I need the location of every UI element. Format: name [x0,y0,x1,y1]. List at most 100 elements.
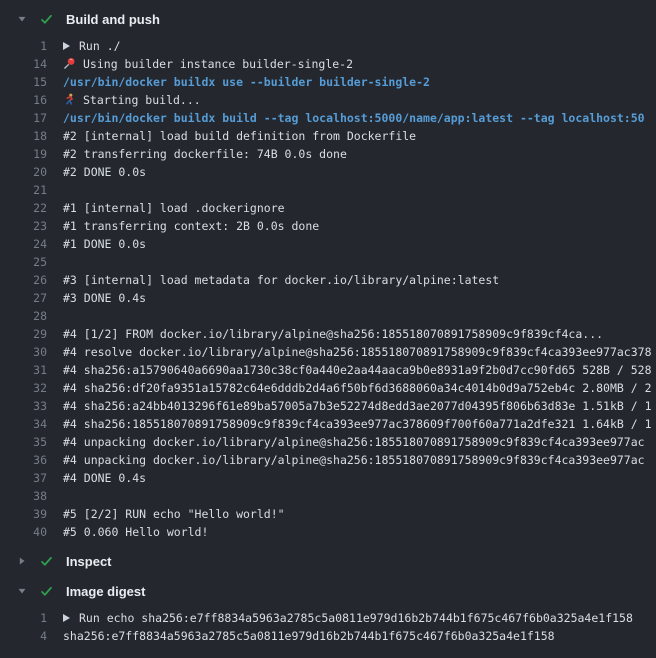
section-header[interactable]: Build and push [0,4,656,34]
line-number[interactable]: 15 [0,73,47,91]
line-text: #4 sha256:df20fa9351a15782c64e6dddb2d4a6… [63,381,652,395]
line-number[interactable]: 1 [0,609,47,627]
line-number[interactable]: 17 [0,109,47,127]
log-line: 30 #4 resolve docker.io/library/alpine@s… [0,343,656,361]
line-number[interactable]: 35 [0,433,47,451]
line-text: #4 unpacking docker.io/library/alpine@sh… [63,435,645,449]
log-line: 31 #4 sha256:a15790640a6690aa1730c38cf0a… [0,361,656,379]
line-number[interactable]: 21 [0,181,47,199]
line-content: #4 unpacking docker.io/library/alpine@sh… [63,451,656,469]
line-number[interactable]: 20 [0,163,47,181]
line-text: #2 transferring dockerfile: 74B 0.0s don… [63,147,347,161]
line-number[interactable]: 36 [0,451,47,469]
line-number[interactable]: 23 [0,217,47,235]
log-line: 18 #2 [internal] load build definition f… [0,127,656,145]
log-line: 29 #4 [1/2] FROM docker.io/library/alpin… [0,325,656,343]
section-header[interactable]: Inspect [0,546,656,576]
line-number[interactable]: 4 [0,627,47,645]
line-content: /usr/bin/docker buildx build --tag local… [63,109,656,127]
line-number[interactable]: 29 [0,325,47,343]
line-text: #5 [2/2] RUN echo "Hello world!" [63,507,285,521]
line-number[interactable]: 28 [0,307,47,325]
log-line: 15 /usr/bin/docker buildx use --builder … [0,73,656,91]
check-icon [39,13,55,26]
line-content [63,253,656,271]
log-line: 32 #4 sha256:df20fa9351a15782c64e6dddb2d… [0,379,656,397]
line-content: Run echo sha256:e7ff8834a5963a2785c5a081… [63,609,656,627]
line-text: #1 DONE 0.0s [63,237,146,251]
line-number[interactable]: 40 [0,523,47,541]
line-number[interactable]: 22 [0,199,47,217]
log-line: 35 #4 unpacking docker.io/library/alpine… [0,433,656,451]
line-content: #2 [internal] load build definition from… [63,127,656,145]
section-lines: 1 Run echo sha256:e7ff8834a5963a2785c5a0… [0,606,656,650]
line-content: #4 resolve docker.io/library/alpine@sha2… [63,343,656,361]
line-text: Starting build... [83,93,201,107]
log-line: 1 Run ./ [0,37,656,55]
line-text: #1 transferring context: 2B 0.0s done [63,219,319,233]
line-number[interactable]: 27 [0,289,47,307]
line-number[interactable]: 24 [0,235,47,253]
log-line: 25 [0,253,656,271]
log-line: 14 Using builder instance builder-single… [0,55,656,73]
log-line: 27 #3 DONE 0.4s [0,289,656,307]
line-text: #4 sha256:185518070891758909c9f839cf4ca3… [63,417,652,431]
log-line: 4 sha256:e7ff8834a5963a2785c5a0811e979d1… [0,627,656,645]
line-text: #4 unpacking docker.io/library/alpine@sh… [63,453,645,467]
line-number[interactable]: 26 [0,271,47,289]
line-text: Using builder instance builder-single-2 [83,57,353,71]
section-title: Build and push [66,12,160,27]
check-icon [39,585,55,598]
log-line: 39 #5 [2/2] RUN echo "Hello world!" [0,505,656,523]
line-number[interactable]: 31 [0,361,47,379]
line-number[interactable]: 14 [0,55,47,73]
line-content [63,181,656,199]
line-number[interactable]: 38 [0,487,47,505]
line-number[interactable]: 1 [0,37,47,55]
line-text: #2 [internal] load build definition from… [63,129,416,143]
chevron-down-icon [16,14,28,24]
line-number[interactable]: 37 [0,469,47,487]
line-content: Starting build... [63,91,656,109]
line-number[interactable]: 16 [0,91,47,109]
log-line: 28 [0,307,656,325]
check-icon [39,555,55,568]
line-content: Using builder instance builder-single-2 [63,55,656,73]
log-section-image-digest: Image digest 1 Run echo sha256:e7ff8834a… [0,576,656,650]
section-lines: 1 Run ./ 14 Using builder instance build… [0,34,656,546]
line-content: /usr/bin/docker buildx use --builder bui… [63,73,656,91]
log-line: 26 #3 [internal] load metadata for docke… [0,271,656,289]
log-line: 34 #4 sha256:185518070891758909c9f839cf4… [0,415,656,433]
line-number[interactable]: 18 [0,127,47,145]
line-number[interactable]: 34 [0,415,47,433]
line-text: #4 DONE 0.4s [63,471,146,485]
line-number[interactable]: 39 [0,505,47,523]
log-line: 17 /usr/bin/docker buildx build --tag lo… [0,109,656,127]
line-content: #3 DONE 0.4s [63,289,656,307]
line-number[interactable]: 19 [0,145,47,163]
line-content: #2 transferring dockerfile: 74B 0.0s don… [63,145,656,163]
run-marker-icon [63,42,70,50]
section-header[interactable]: Image digest [0,576,656,606]
log-line: 20 #2 DONE 0.0s [0,163,656,181]
line-number[interactable]: 33 [0,397,47,415]
line-text: sha256:e7ff8834a5963a2785c5a0811e979d16b… [63,629,555,643]
log-line: 19 #2 transferring dockerfile: 74B 0.0s … [0,145,656,163]
line-text: #4 resolve docker.io/library/alpine@sha2… [63,345,652,359]
line-number[interactable]: 30 [0,343,47,361]
workflow-log-viewer: Build and push 1 Run ./ 14 Using builder… [0,0,656,650]
line-text: #4 [1/2] FROM docker.io/library/alpine@s… [63,327,603,341]
line-text: #4 sha256:a24bb4013296f61e89ba57005a7b3e… [63,399,652,413]
line-content: #3 [internal] load metadata for docker.i… [63,271,656,289]
line-content: #2 DONE 0.0s [63,163,656,181]
line-text: Run ./ [79,39,121,53]
line-content: #1 DONE 0.0s [63,235,656,253]
line-content: #1 transferring context: 2B 0.0s done [63,217,656,235]
line-number[interactable]: 25 [0,253,47,271]
log-line: 1 Run echo sha256:e7ff8834a5963a2785c5a0… [0,609,656,627]
line-content: Run ./ [63,37,656,55]
line-number[interactable]: 32 [0,379,47,397]
run-marker-icon [63,614,70,622]
line-text: /usr/bin/docker buildx use --builder bui… [63,75,430,89]
line-content: #4 sha256:185518070891758909c9f839cf4ca3… [63,415,656,433]
